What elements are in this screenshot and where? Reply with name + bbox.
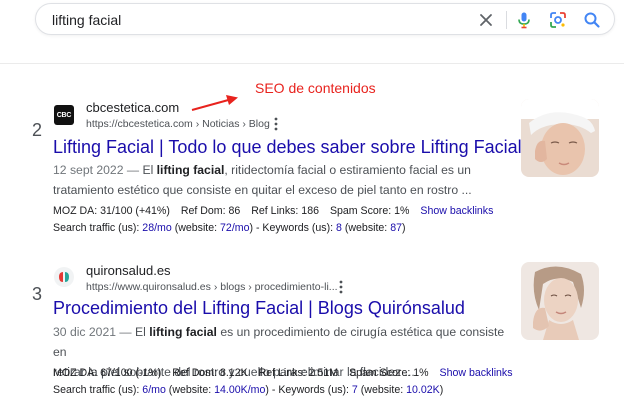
moz-metrics: MOZ DA: 67/100 (-1%) Ref Dom: 8.12K Ref …: [53, 367, 513, 379]
search-icon[interactable]: [582, 10, 602, 30]
search-traffic: Search traffic (us): 28/mo (website: 72/…: [53, 222, 406, 234]
result-date: 12 sept 2022 —: [53, 163, 143, 177]
traffic-label: Search traffic (us):: [53, 384, 143, 396]
website-traffic-link[interactable]: 72/mo: [220, 222, 249, 234]
site-favicon[interactable]: [54, 267, 74, 287]
google-lens-icon[interactable]: [548, 10, 568, 30]
moz-da: MOZ DA: 67/100 (-1%): [53, 367, 162, 379]
search-input[interactable]: [52, 10, 452, 30]
result-title-link[interactable]: Procedimiento del Lifting Facial | Blogs…: [53, 298, 465, 319]
result-thumbnail[interactable]: [521, 262, 599, 340]
result-rank: 3: [32, 284, 43, 304]
moz-da: MOZ DA: 31/100 (+41%): [53, 205, 170, 217]
kw-website-label: (website:: [341, 222, 391, 234]
traffic-value-link[interactable]: 28/mo: [142, 222, 171, 234]
traffic-close: ): [402, 222, 406, 234]
moz-metrics: MOZ DA: 31/100 (+41%) Ref Dom: 86 Ref Li…: [53, 205, 493, 217]
spam-score: Spam Score: 1%: [329, 205, 410, 217]
ref-dom: Ref Dom: 86: [180, 205, 241, 217]
traffic-label: Search traffic (us):: [53, 222, 143, 234]
site-name[interactable]: cbcestetica.com: [86, 100, 179, 115]
website-traffic-link[interactable]: 14.00K/mo: [214, 384, 265, 396]
ref-links: Ref Links: 186: [251, 205, 319, 217]
site-name[interactable]: quironsalud.es: [86, 263, 171, 278]
annotation-arrow-icon: [191, 95, 238, 111]
ref-dom: Ref Dom: 8.12K: [172, 367, 248, 379]
snippet-keyword: lifting facial: [149, 325, 217, 339]
result-date: 30 dic 2021 —: [53, 325, 135, 339]
snippet-keyword: lifting facial: [156, 163, 225, 177]
search-traffic: Search traffic (us): 6/mo (website: 14.0…: [53, 384, 443, 396]
face-image-icon: [521, 99, 599, 177]
snippet-text: , ritidectomía facial o estiramiento fac…: [224, 163, 471, 177]
show-backlinks-link[interactable]: Show backlinks: [440, 367, 513, 379]
clear-icon[interactable]: [476, 10, 496, 30]
header-divider: [0, 63, 624, 64]
snippet-text: El: [134, 325, 150, 339]
snippet-text: tratamiento estético que consiste en qui…: [53, 183, 472, 197]
seo-annotation: SEO de contenidos: [255, 80, 376, 96]
site-url[interactable]: https://www.quironsalud.es › blogs › pro…: [86, 281, 338, 293]
face-image-icon: [521, 262, 599, 340]
more-options-icon[interactable]: [271, 117, 281, 131]
traffic-value-link[interactable]: 6/mo: [142, 384, 166, 396]
ref-links: Ref Links: 2.51M: [258, 367, 339, 379]
result-rank: 2: [32, 120, 43, 140]
kw-website-label: (website:: [357, 384, 407, 396]
traffic-close: ): [439, 384, 444, 396]
keywords-label: ) - Keywords (us):: [265, 384, 352, 396]
microphone-icon[interactable]: [514, 10, 534, 30]
snippet-text: El: [142, 163, 157, 177]
quironsalud-logo-icon: [59, 272, 69, 282]
result-snippet: 12 sept 2022 — El lifting facial, ritide…: [53, 160, 513, 200]
keywords-label: ) - Keywords (us):: [249, 222, 337, 234]
result-title-link[interactable]: Lifting Facial | Todo lo que debes saber…: [53, 137, 522, 158]
result-thumbnail[interactable]: [521, 99, 599, 177]
favicon-label: CBC: [56, 111, 72, 119]
spam-score: Spam Score: 1%: [349, 367, 429, 379]
show-backlinks-link[interactable]: Show backlinks: [420, 205, 493, 217]
site-url[interactable]: https://cbcestetica.com › Noticias › Blo…: [86, 118, 270, 130]
website-label: (website:: [171, 222, 221, 234]
site-favicon[interactable]: CBC: [54, 105, 74, 125]
kw-website-link[interactable]: 10.02K: [406, 384, 440, 396]
kw-website-link[interactable]: 87: [390, 222, 402, 234]
search-bar: [35, 3, 615, 35]
search-bar-separator: [506, 11, 507, 29]
website-label: (website:: [165, 384, 215, 396]
more-options-icon[interactable]: [336, 280, 346, 294]
